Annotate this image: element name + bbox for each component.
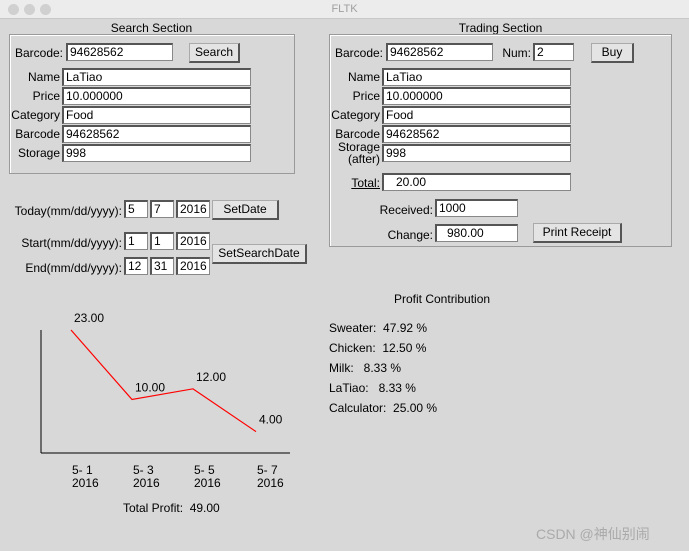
x-tick-year: 2016 [194,476,221,490]
total-profit-label: Total Profit: 49.00 [123,501,220,515]
data-label: 12.00 [196,370,226,384]
x-tick-year: 2016 [133,476,160,490]
data-label: 4.00 [259,413,283,427]
x-tick-label: 5- 7 [257,463,278,477]
x-tick-label: 5- 3 [133,463,154,477]
x-tick-label: 5- 1 [72,463,93,477]
x-tick-year: 2016 [257,476,284,490]
data-label: 10.00 [135,381,165,395]
x-tick-label: 5- 5 [194,463,215,477]
x-tick-year: 2016 [72,476,99,490]
watermark: CSDN @神仙别闹 [536,526,650,542]
data-label: 23.00 [74,311,104,325]
profit-line-chart: 23.005- 1201610.005- 3201612.005- 520164… [40,311,290,490]
